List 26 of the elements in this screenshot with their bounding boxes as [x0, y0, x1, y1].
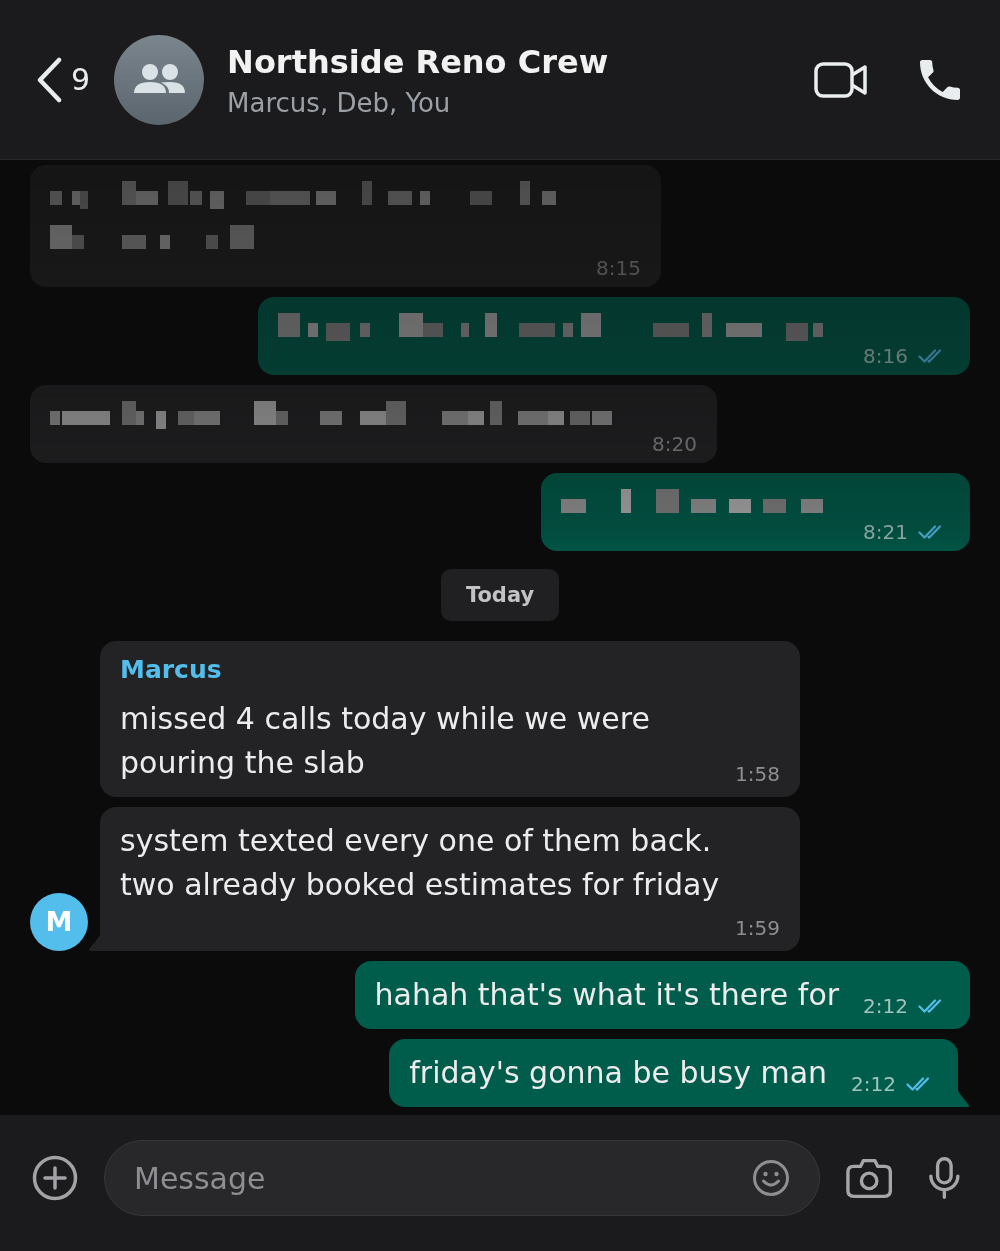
- member-list: Marcus, Deb, You: [227, 86, 609, 119]
- date-label: Today: [440, 569, 560, 621]
- camera-icon[interactable]: [846, 1157, 893, 1199]
- message-text: missed 4 calls today while we were pouring the slab: [120, 700, 650, 782]
- message-time: 2:12: [863, 995, 908, 1017]
- message-time: 8:15: [596, 257, 641, 279]
- message-text: friday's gonna be busy man: [409, 1054, 828, 1092]
- sender-name: Marcus: [120, 654, 222, 686]
- message-text: hahah that's what it's there for: [374, 976, 840, 1014]
- microphone-icon[interactable]: [927, 1156, 962, 1200]
- plus-circle-icon[interactable]: [32, 1155, 78, 1201]
- chat-title: Northside Reno Crew: [227, 41, 609, 83]
- message-time: 8:21: [863, 521, 908, 543]
- phone-icon[interactable]: [920, 59, 960, 100]
- back-button[interactable]: 9: [35, 56, 91, 103]
- video-camera-icon[interactable]: [814, 61, 868, 98]
- emoji-icon[interactable]: [752, 1159, 790, 1197]
- message-time: 1:58: [735, 763, 780, 785]
- chevron-left-icon: [35, 56, 63, 103]
- message-text: system texted every one of them back. two already booked estimates for friday: [120, 822, 720, 904]
- message-input[interactable]: Message: [104, 1140, 820, 1216]
- message-time: 2:12: [851, 1073, 896, 1095]
- group-avatar-icon[interactable]: [114, 34, 205, 125]
- message-time: 8:20: [652, 433, 697, 455]
- message-time: 1:59: [735, 917, 780, 939]
- message-time: 8:16: [863, 345, 908, 367]
